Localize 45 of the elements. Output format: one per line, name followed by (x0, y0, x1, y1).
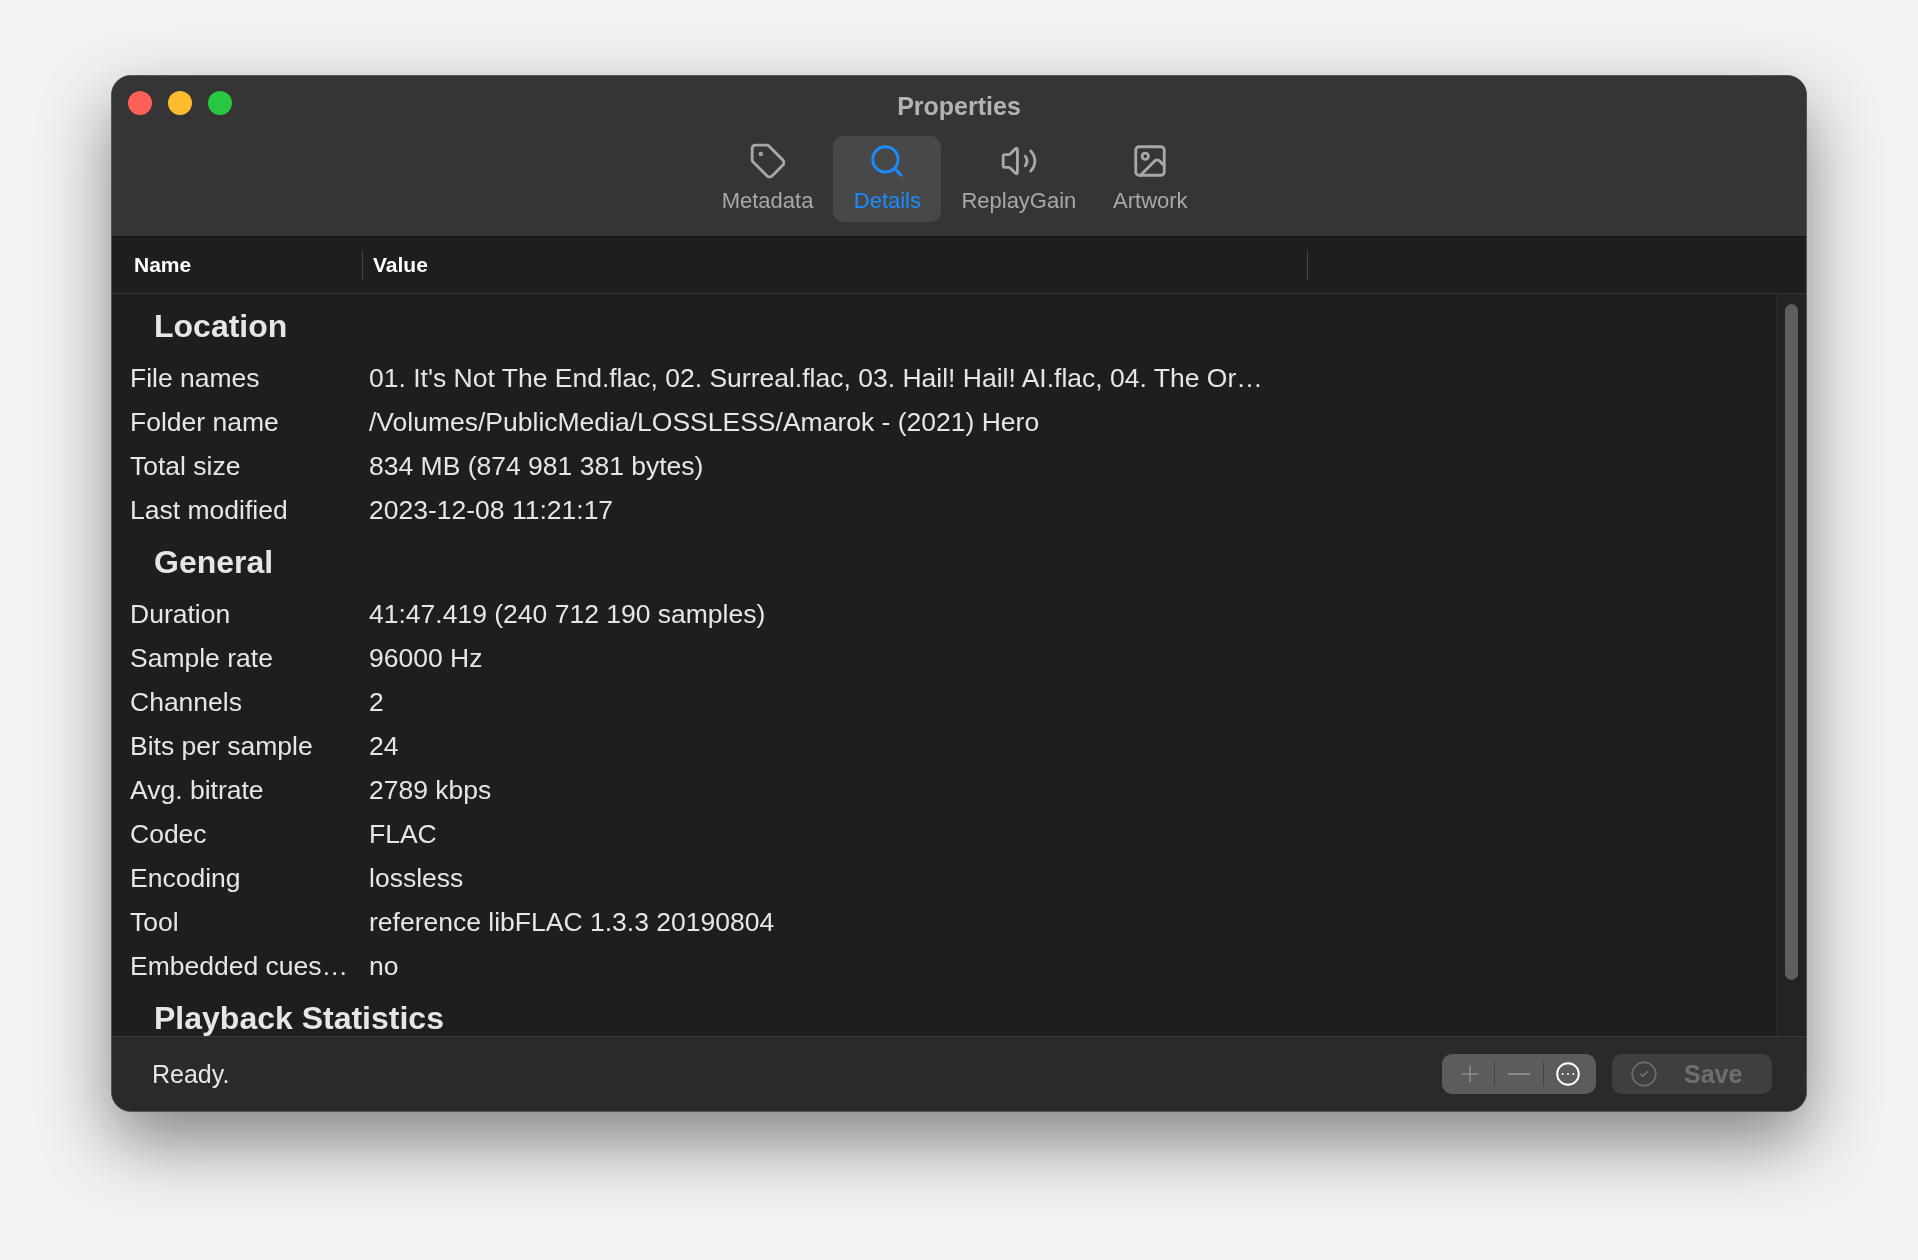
property-value: 01. It's Not The End.flac, 02. Surreal.flac, 03. Hail! Hail! AI.flac, 04. The Or… (369, 362, 1263, 394)
property-name: Embedded cues… (130, 950, 350, 982)
property-name: Avg. bitrate (130, 774, 265, 806)
status-text: Ready. (152, 1059, 231, 1089)
property-name: Encoding (130, 862, 242, 894)
property-name: Folder name (130, 406, 280, 438)
section-heading: Location (153, 306, 289, 346)
property-value: 41:47.419 (240 712 190 samples) (369, 598, 766, 630)
tag-icon (748, 142, 787, 180)
section-heading: General (153, 542, 275, 582)
property-name: Channels (130, 686, 243, 718)
property-name: Sample rate (130, 642, 274, 674)
property-value: 2023-12-08 11:21:17 (369, 494, 614, 526)
column-header[interactable]: Value (363, 250, 1308, 280)
property-name: File names (130, 362, 261, 394)
check-icon (1630, 1060, 1658, 1088)
window-title: Properties (897, 91, 1021, 121)
property-value: 96000 Hz (369, 642, 483, 674)
property-value: FLAC (369, 818, 437, 850)
property-name: Total size (130, 450, 242, 482)
property-name: Duration (130, 598, 232, 630)
property-name: Codec (130, 818, 208, 850)
toolbar-tab[interactable]: Details (833, 136, 942, 222)
property-value: reference libFLAC 1.3.3 20190804 (369, 906, 775, 938)
property-value: 2789 kbps (369, 774, 492, 806)
more-icon (1555, 1061, 1581, 1087)
property-value: 24 (369, 730, 399, 762)
property-name: Tool (130, 906, 180, 938)
close-button[interactable] (128, 91, 152, 115)
property-value: 834 MB (874 981 381 bytes) (369, 450, 704, 482)
property-value: 2 (369, 686, 384, 718)
property-name: Last modified (130, 494, 289, 526)
property-value: no (369, 950, 399, 982)
column-header[interactable]: Name (112, 250, 363, 280)
section-heading: Playback Statistics (153, 998, 445, 1036)
minus-icon (1508, 1073, 1530, 1075)
scrollbar-thumb[interactable] (1785, 304, 1798, 980)
property-value: lossless (369, 862, 464, 894)
zoom-button[interactable] (208, 91, 232, 115)
toolbar-tab[interactable]: Artwork (1096, 136, 1205, 222)
toolbar-tab[interactable]: Metadata (707, 136, 828, 222)
property-name: Bits per sample (130, 730, 314, 762)
property-value: /Volumes/PublicMedia/LOSSLESS/Amarok - (2021) Hero (369, 406, 1040, 438)
toolbar-tab[interactable]: ReplayGain (947, 136, 1091, 222)
minimize-button[interactable] (168, 91, 192, 115)
